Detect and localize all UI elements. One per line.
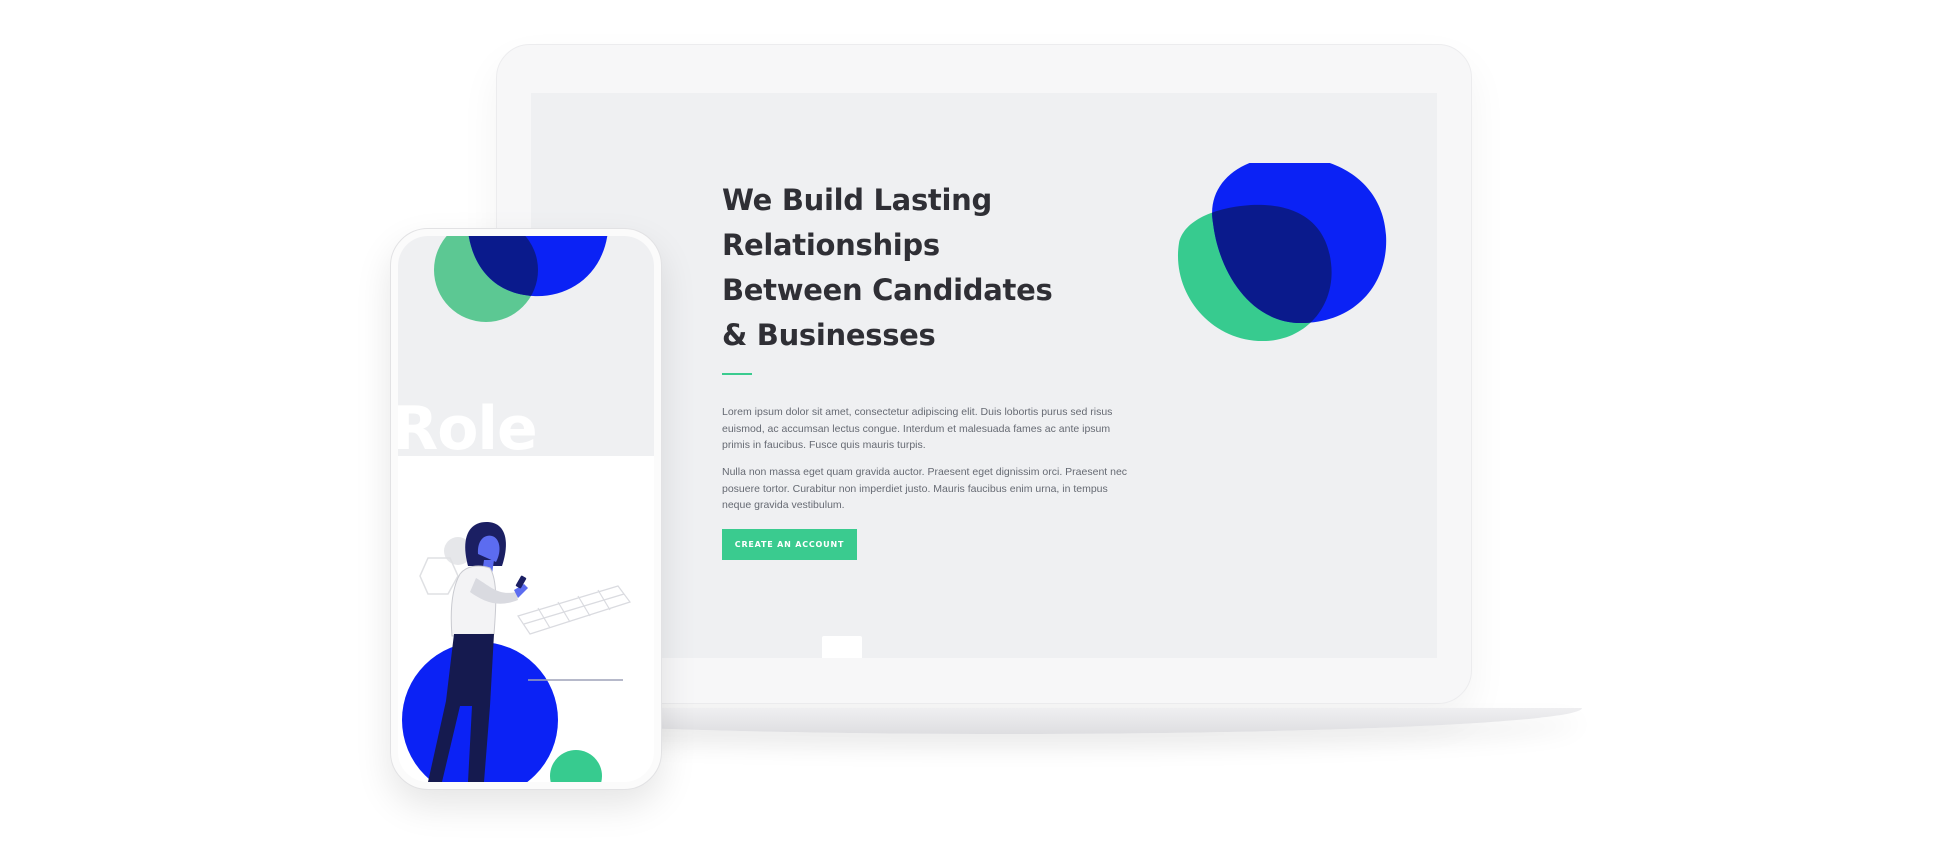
- hero-divider: [722, 373, 752, 375]
- hero-heading-line-4: & Businesses: [722, 318, 936, 352]
- hero-paragraph-2: Nulla non massa eget quam gravida auctor…: [722, 466, 1128, 511]
- create-account-button[interactable]: CREATE AN ACCOUNT: [722, 529, 857, 560]
- hero-heading-line-1: We Build Lasting: [722, 183, 992, 217]
- hero-heading: We Build Lasting Relationships Between C…: [722, 178, 1102, 358]
- hero-heading-line-3: Between Candidates: [722, 273, 1053, 307]
- phone-screen: Role: [398, 236, 654, 782]
- keyboard-sketch-shape: [517, 585, 631, 635]
- laptop-screen: We Build Lasting Relationships Between C…: [531, 93, 1437, 658]
- green-circle-shape: [550, 750, 602, 782]
- hexagon-outline-shape: [419, 557, 459, 595]
- phone-illustration-art: [402, 236, 631, 782]
- hero-heading-line-2: Relationships: [722, 228, 940, 262]
- hero-circles-art: [1177, 163, 1387, 342]
- hero-paragraph-1: Lorem ipsum dolor sit amet, consectetur …: [722, 406, 1113, 451]
- screen-scroll-tab: [822, 636, 862, 658]
